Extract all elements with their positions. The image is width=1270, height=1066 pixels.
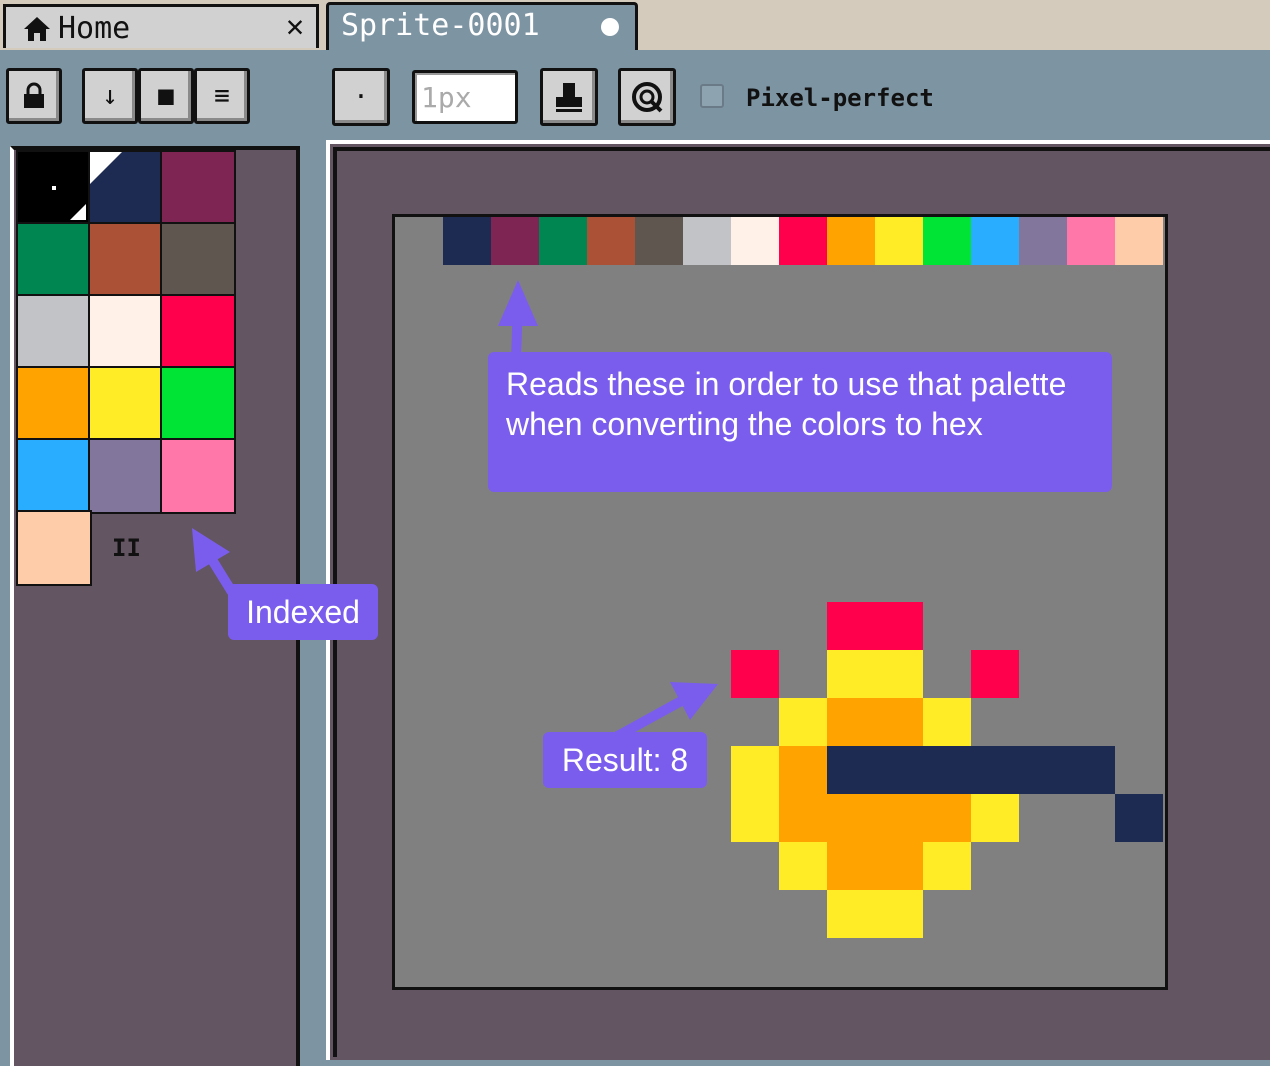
result-callout: Result: 8 — [543, 732, 707, 788]
indexed-note: Indexed — [246, 593, 360, 630]
indexed-callout: Indexed — [228, 584, 378, 640]
palette-order-note: Reads these in order to use that palette… — [506, 366, 1067, 442]
result-note: Result: 8 — [561, 741, 689, 778]
palette-order-callout: Reads these in order to use that palette… — [488, 352, 1112, 492]
annotation-arrows — [192, 280, 718, 743]
